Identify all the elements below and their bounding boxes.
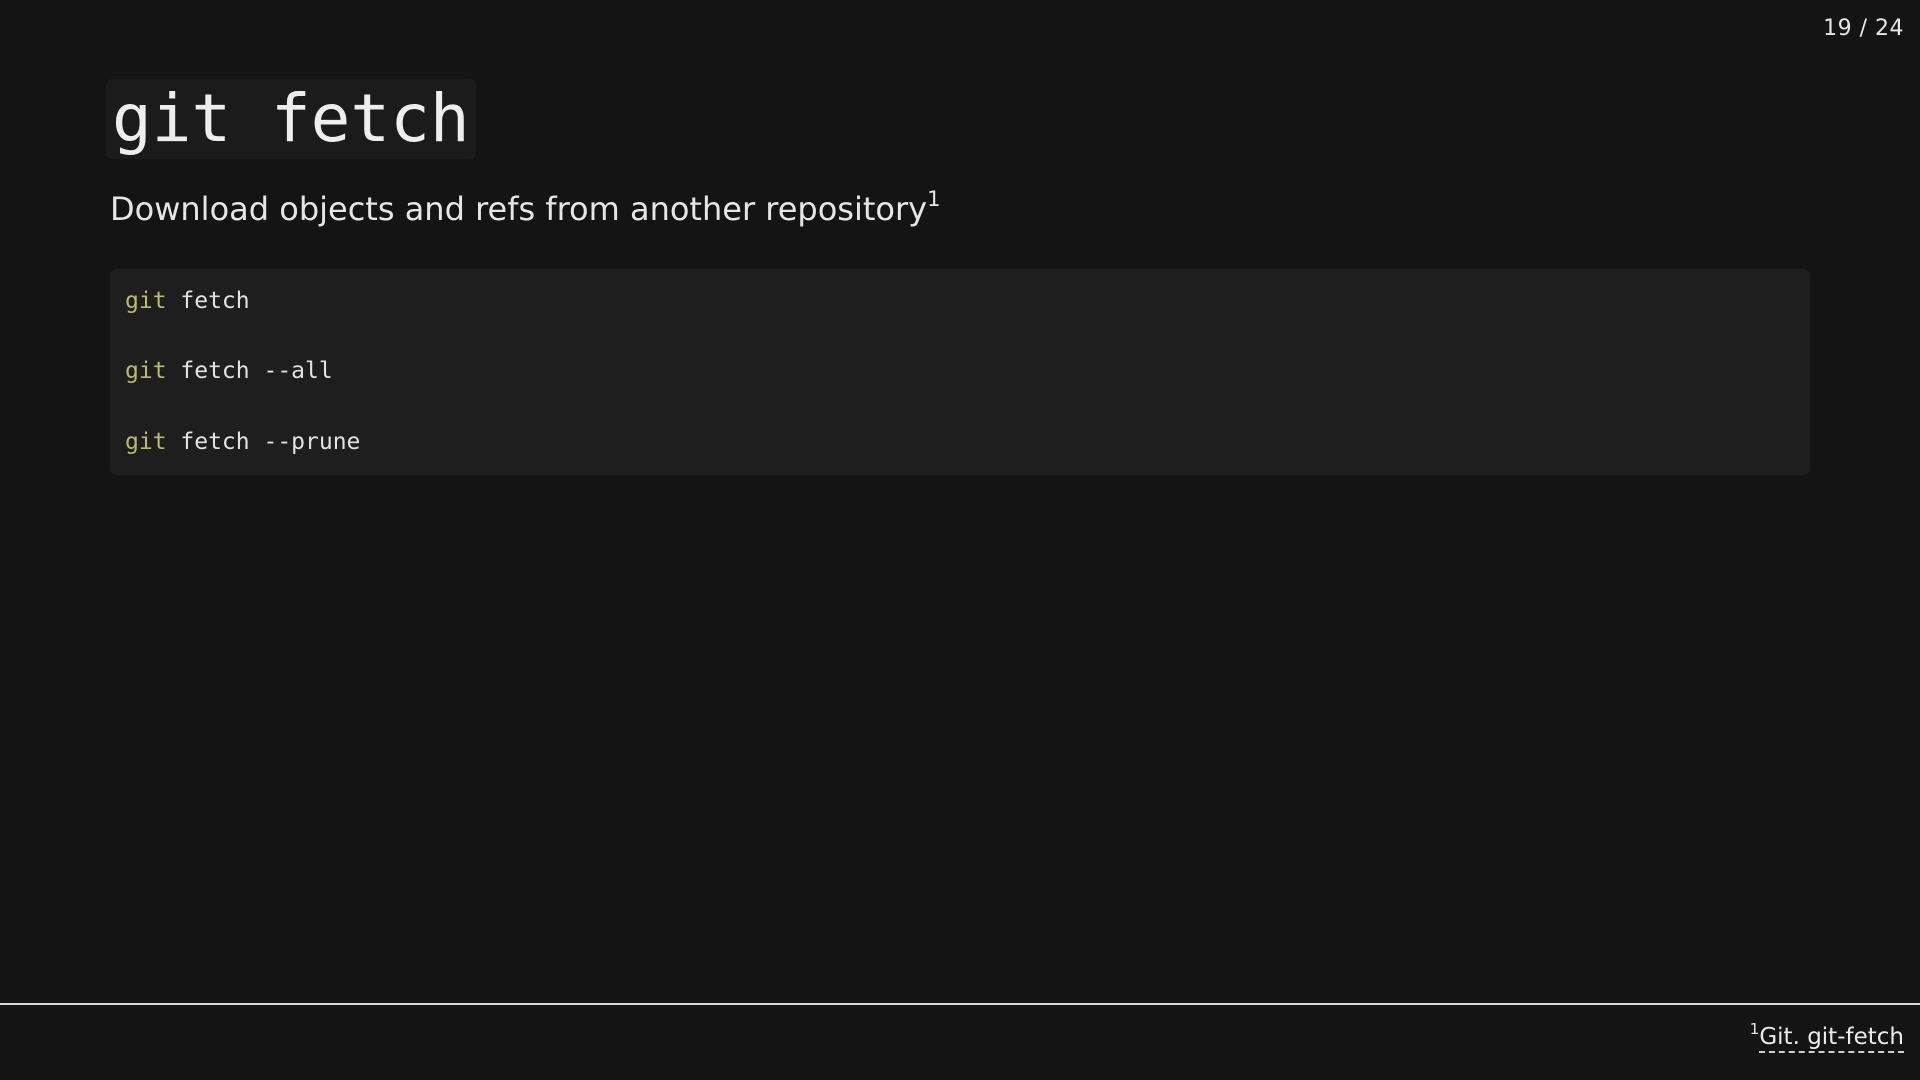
code-text: fetch --prune: [166, 429, 361, 455]
slide-counter: 19 / 24: [1823, 16, 1904, 41]
code-block: git fetch git fetch --all git fetch --pr…: [110, 269, 1810, 475]
code-text: fetch: [166, 288, 250, 314]
code-line: git fetch --all: [125, 356, 333, 386]
footnote-link[interactable]: Git. git-fetch: [1759, 1024, 1904, 1053]
code-keyword: git: [125, 288, 167, 314]
code-line: git fetch: [125, 286, 250, 316]
footnote: 1Git. git-fetch: [1750, 1022, 1904, 1053]
code-keyword: git: [125, 429, 167, 455]
code-line: git fetch --prune: [125, 427, 360, 457]
code-text: fetch --all: [166, 358, 333, 384]
footnote-reference[interactable]: 1: [927, 187, 940, 211]
footnote-number: 1: [1749, 1020, 1760, 1038]
slide-title: git fetch: [106, 79, 476, 159]
code-keyword: git: [125, 358, 167, 384]
slide-subtitle: Download objects and refs from another r…: [110, 187, 940, 229]
slide-subtitle-text: Download objects and refs from another r…: [110, 190, 928, 228]
footer-divider: [0, 1003, 1920, 1005]
